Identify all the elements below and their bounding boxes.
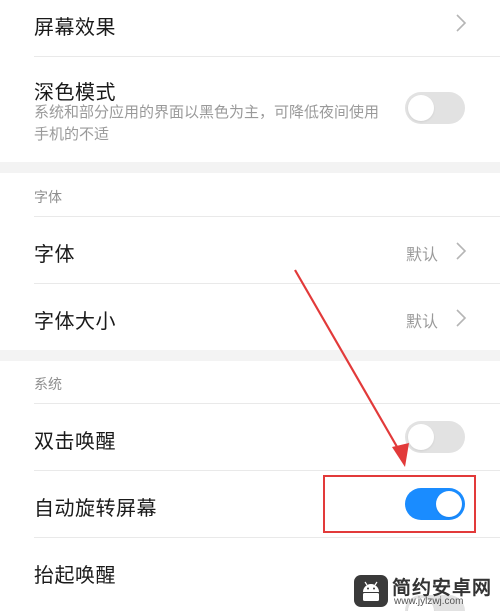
chevron-right-icon	[456, 242, 467, 260]
font-value: 默认	[405, 245, 438, 264]
dark-mode-toggle[interactable]	[405, 92, 465, 124]
chevron-right-icon	[456, 309, 467, 327]
system-section: 系统	[0, 361, 500, 403]
screen-effect-label: 屏幕效果	[34, 15, 116, 39]
double-tap-wake-toggle[interactable]	[405, 421, 465, 453]
dark-mode-description: 系统和部分应用的界面以黑色为主，可降低夜间使用手机的不适	[34, 103, 380, 143]
row-screen-effect[interactable]: 屏幕效果	[0, 0, 500, 56]
row-dark-mode: 深色模式 系统和部分应用的界面以黑色为主，可降低夜间使用手机的不适	[0, 57, 500, 162]
auto-rotate-toggle[interactable]	[405, 488, 465, 520]
font-size-label: 字体大小	[34, 309, 116, 333]
row-double-tap-wake: 双击唤醒	[0, 404, 500, 470]
font-label: 字体	[34, 242, 75, 266]
system-section-header: 系统	[34, 377, 62, 393]
section-gap	[0, 162, 500, 173]
row-auto-rotate: 自动旋转屏幕	[0, 471, 500, 537]
lift-to-wake-label: 抬起唤醒	[34, 563, 116, 587]
section-gap	[0, 350, 500, 361]
toggle-knob	[436, 491, 462, 517]
watermark-url: www.jylzwj.com	[394, 596, 464, 607]
toggle-knob	[408, 95, 434, 121]
display-settings-screen: 屏幕效果 深色模式 系统和部分应用的界面以黑色为主，可降低夜间使用手机的不适 字…	[0, 0, 500, 611]
toggle-knob	[408, 424, 434, 450]
font-size-value: 默认	[405, 312, 438, 331]
android-robot-icon	[354, 575, 388, 607]
font-section: 字体	[0, 173, 500, 216]
double-tap-wake-label: 双击唤醒	[34, 429, 116, 453]
watermark: 简约安卓网 www.jylzwj.com	[354, 573, 494, 609]
font-section-header: 字体	[34, 190, 62, 206]
row-font-size[interactable]: 字体大小 默认	[0, 284, 500, 350]
row-font[interactable]: 字体 默认	[0, 217, 500, 283]
chevron-right-icon	[456, 14, 467, 32]
auto-rotate-label: 自动旋转屏幕	[34, 496, 157, 520]
